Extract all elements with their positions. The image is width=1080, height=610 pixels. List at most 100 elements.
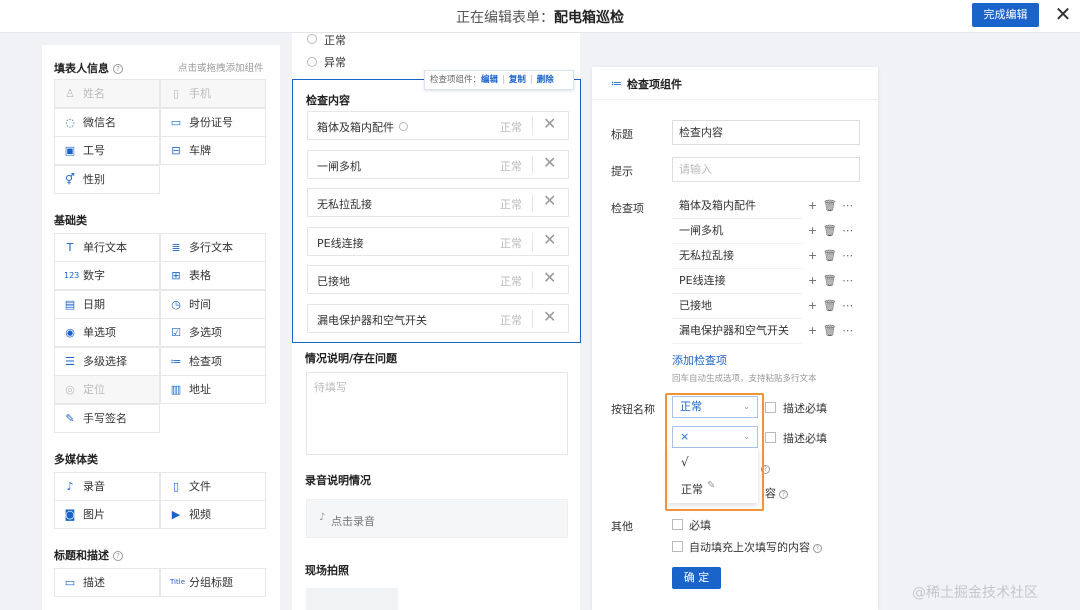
gender-icon: ⚥ [65, 173, 75, 186]
signature-icon: ✎ [65, 412, 75, 425]
close-icon[interactable]: ✕ [543, 230, 556, 249]
comp-wechat[interactable]: ◌ 微信名 [54, 108, 160, 137]
number-icon: 123 [64, 271, 80, 280]
finish-edit-button[interactable]: 完成编辑 [972, 3, 1039, 27]
palette-hint: 点击或拖拽添加组件 [178, 63, 264, 74]
close-icon[interactable]: ✕ [543, 268, 556, 287]
help-icon[interactable]: ? [113, 551, 123, 561]
comp-description[interactable]: ▭ 描述 [54, 568, 160, 597]
comp-audio[interactable]: ♪ 录音 [54, 472, 160, 501]
comp-gender[interactable]: ⚥ 性别 [54, 165, 160, 194]
comp-signature[interactable]: ✎ 手写签名 [54, 404, 160, 433]
close-icon[interactable]: ✕ [1052, 4, 1074, 26]
item-ops[interactable]: + 🗑 ⋯ [808, 249, 854, 262]
comp-address[interactable]: ▥ 地址 [160, 375, 266, 404]
comp-video[interactable]: ▶ 视频 [160, 500, 266, 529]
multiline-icon: ≣ [171, 241, 181, 254]
situation-title: 情况说明/存在问题 [305, 352, 398, 365]
autofill-checkbox[interactable] [672, 541, 683, 552]
add-check-item-link[interactable]: 添加检查项 [672, 352, 727, 368]
title-input[interactable]: 检查内容 [672, 120, 860, 145]
help-icon[interactable]: ? [813, 544, 822, 553]
comp-file[interactable]: ▯ 文件 [160, 472, 266, 501]
car-icon: ⊟ [171, 144, 181, 157]
comp-checklist[interactable]: ≔ 检查项 [160, 347, 266, 376]
check-item-field[interactable]: 无私拉乱接 [672, 245, 802, 269]
comp-group-title[interactable]: Title 分组标题 [160, 568, 266, 597]
comp-number[interactable]: 123 数字 [54, 261, 160, 290]
add-item-note: 回车自动生成选项，支持粘贴多行文本 [672, 374, 817, 384]
check-item-row[interactable]: PE线连接 正常 ✕ [307, 227, 569, 256]
comp-table[interactable]: ⊞ 表格 [160, 261, 266, 290]
close-icon[interactable]: ✕ [543, 153, 556, 172]
text-icon: T [66, 241, 74, 254]
panel-header: ≔ 检查项组件 [592, 67, 878, 100]
comp-name: ♙ 姓名 [54, 79, 160, 108]
radio-icon: ◉ [65, 326, 75, 339]
copy-link[interactable]: 复制 [509, 75, 526, 85]
comp-date[interactable]: ▤ 日期 [54, 290, 160, 319]
close-icon[interactable]: ✕ [543, 191, 556, 210]
radio-normal[interactable] [307, 34, 317, 44]
record-button[interactable]: ♪ 点击录音 [306, 499, 568, 538]
image-icon: ◙ [64, 508, 76, 521]
check-item-field[interactable]: 已接地 [672, 295, 802, 319]
checklist-title: 检查内容 [306, 94, 350, 107]
situation-textarea[interactable]: 待填写 [306, 372, 568, 455]
comp-employee-id[interactable]: ▣ 工号 [54, 136, 160, 165]
check-item-field[interactable]: PE线连接 [672, 270, 802, 294]
item-ops[interactable]: + 🗑 ⋯ [808, 224, 854, 237]
checkbox-icon: ☑ [171, 326, 181, 339]
check-item-row[interactable]: 无私拉乱接 正常 ✕ [307, 188, 569, 217]
item-ops[interactable]: + 🗑 ⋯ [808, 324, 854, 337]
item-ops[interactable]: + 🗑 ⋯ [808, 274, 854, 287]
page-title: 正在编辑表单：配电箱巡检 [456, 10, 624, 26]
mic-icon: ♪ [319, 512, 326, 523]
edit-link[interactable]: 编辑 [481, 75, 498, 85]
check-item-field[interactable]: 漏电保护器和空气开关 [672, 320, 802, 344]
comp-single-choice[interactable]: ◉ 单选项 [54, 318, 160, 347]
confirm-button[interactable]: 确 定 [672, 567, 721, 589]
checklist-icon: ≔ [170, 355, 182, 368]
hint-input[interactable]: 请输入 [672, 157, 860, 182]
item-ops[interactable]: + 🗑 ⋯ [808, 199, 854, 212]
comp-single-text[interactable]: T 单行文本 [54, 233, 160, 262]
comp-image[interactable]: ◙ 图片 [54, 500, 160, 529]
photo-upload[interactable] [306, 588, 398, 610]
photo-title: 现场拍照 [305, 564, 349, 577]
comp-multi-text[interactable]: ≣ 多行文本 [160, 233, 266, 262]
check-item-field[interactable]: 箱体及箱内配件 [672, 195, 802, 219]
check-item-row[interactable]: 漏电保护器和空气开关 正常 ✕ [307, 304, 569, 333]
check-item-row[interactable]: 一闸多机 正常 ✕ [307, 150, 569, 179]
comp-time[interactable]: ◷ 时间 [160, 290, 266, 319]
comp-plate[interactable]: ⊟ 车牌 [160, 136, 266, 165]
highlight-annotation [665, 393, 764, 511]
selected-checklist-component[interactable]: 检查项组件：编辑 | 复制 | 删除 检查内容 箱体及箱内配件 正常 ✕ 一闸多机 正常 ✕ 无… [292, 70, 581, 343]
desc-required-checkbox[interactable] [765, 432, 776, 443]
group-title-icon: Title [170, 578, 186, 586]
required-checkbox[interactable] [672, 519, 683, 530]
section-filler-info: 填表人信息? [54, 60, 123, 76]
desc-required-checkbox[interactable] [765, 402, 776, 413]
comp-multi-choice[interactable]: ☑ 多选项 [160, 318, 266, 347]
properties-panel: ≔ 检查项组件 标题 检查内容 提示 请输入 检查项 箱体及箱内配件 + 🗑 ⋯ … [592, 67, 878, 610]
close-icon[interactable]: ✕ [543, 307, 556, 326]
desc-required-label: 描述必填 [783, 402, 827, 415]
button-name-label: 按钮名称 [611, 403, 655, 416]
help-icon[interactable]: ? [113, 64, 123, 74]
close-icon[interactable]: ✕ [543, 114, 556, 133]
form-canvas: 正常 异常 检查项组件：编辑 | 复制 | 删除 检查内容 箱体及箱内配件 正常 ✕ 一闸多… [292, 33, 581, 610]
hidden-option-fragment: 容? [765, 485, 788, 501]
radio-abnormal[interactable] [307, 57, 317, 67]
check-item-row[interactable]: 已接地 正常 ✕ [307, 265, 569, 294]
check-item-field[interactable]: 一闸多机 [672, 220, 802, 244]
comp-id-card[interactable]: ▭ 身份证号 [160, 108, 266, 137]
delete-link[interactable]: 删除 [537, 75, 554, 85]
comp-cascade[interactable]: ☰ 多级选择 [54, 347, 160, 376]
cascade-icon: ☰ [65, 355, 75, 368]
check-item-row[interactable]: 箱体及箱内配件 正常 ✕ [307, 111, 569, 140]
watermark: @稀土掘金技术社区 [912, 585, 1038, 601]
item-ops[interactable]: + 🗑 ⋯ [808, 299, 854, 312]
comp-phone: ▯ 手机 [160, 79, 266, 108]
file-icon: ▯ [172, 480, 180, 493]
